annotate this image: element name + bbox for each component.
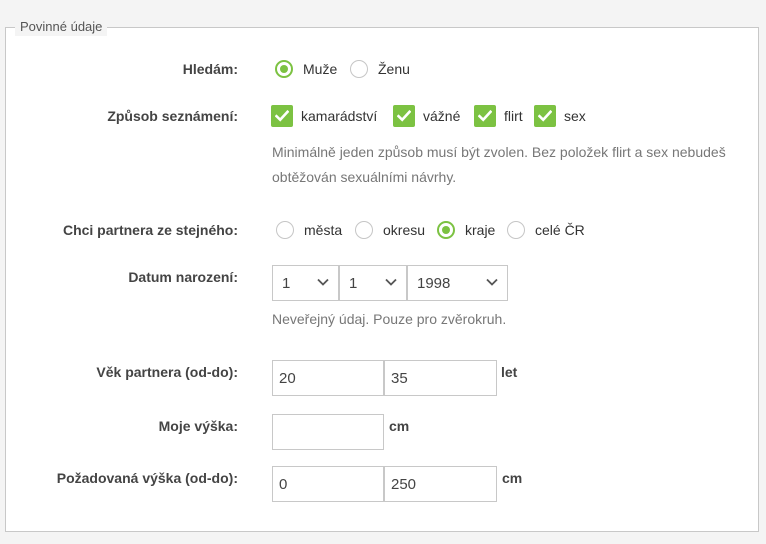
radio-checked-icon[interactable] bbox=[437, 221, 455, 239]
radio-label: Muže bbox=[303, 61, 338, 77]
radio-option-cele-cr[interactable]: celé ČR bbox=[507, 221, 585, 239]
radio-label: města bbox=[304, 222, 343, 238]
radio-label: celé ČR bbox=[535, 222, 585, 238]
radio-option-muze[interactable]: Muže bbox=[275, 60, 337, 78]
radio-label: okresu bbox=[383, 222, 426, 238]
form-page: Povinné údaje Hledám: Muže Ženu Způsob s… bbox=[0, 0, 766, 544]
label-hledam: Hledám: bbox=[182, 61, 238, 77]
height-from-input[interactable] bbox=[272, 466, 384, 502]
chevron-down-icon bbox=[317, 278, 329, 286]
checkbox-kamaradstvi[interactable]: kamarádství bbox=[271, 105, 377, 127]
radio-unchecked-icon[interactable] bbox=[350, 60, 368, 78]
checkbox-label: flirt bbox=[504, 108, 523, 124]
label-birth: Datum narození: bbox=[128, 269, 238, 285]
label-height: Moje výška: bbox=[158, 418, 238, 434]
height-input[interactable] bbox=[272, 414, 384, 450]
checkbox-label: sex bbox=[564, 108, 586, 124]
checkbox-label: kamarádství bbox=[301, 108, 378, 124]
height-partner-unit: cm bbox=[502, 470, 523, 486]
select-month[interactable]: 1 bbox=[339, 265, 407, 301]
radio-option-kraje[interactable]: kraje bbox=[437, 221, 495, 239]
radio-label: Ženu bbox=[378, 61, 410, 77]
checkmark-icon[interactable] bbox=[271, 105, 293, 127]
checkmark-icon[interactable] bbox=[393, 105, 415, 127]
age-unit: let bbox=[501, 364, 518, 380]
checkbox-sex[interactable]: sex bbox=[534, 105, 586, 127]
chevron-down-icon bbox=[486, 278, 498, 286]
label-age-partner: Věk partnera (od-do): bbox=[96, 364, 238, 380]
birth-hint: Neveřejný údaj. Pouze pro zvěrokruh. bbox=[272, 311, 507, 327]
radio-label: kraje bbox=[465, 222, 496, 238]
checkmark-icon[interactable] bbox=[474, 105, 496, 127]
zpusob-hint: Minimálně jeden způsob musí být zvolen. … bbox=[272, 144, 726, 185]
checkmark-icon[interactable] bbox=[534, 105, 556, 127]
label-partner-from: Chci partnera ze stejného: bbox=[62, 222, 238, 238]
radio-option-mesta[interactable]: města bbox=[276, 221, 342, 239]
radio-checked-icon[interactable] bbox=[275, 60, 293, 78]
radio-option-okresu[interactable]: okresu bbox=[355, 221, 425, 239]
select-day[interactable]: 1 bbox=[272, 265, 339, 301]
radio-unchecked-icon[interactable] bbox=[507, 221, 525, 239]
fieldset-legend: Povinné údaje bbox=[15, 18, 108, 36]
chevron-down-icon bbox=[385, 278, 397, 286]
label-zpusob: Způsob seznámení: bbox=[107, 108, 238, 124]
height-unit: cm bbox=[389, 418, 410, 434]
label-height-partner: Požadovaná výška (od-do): bbox=[56, 470, 238, 486]
select-day-value: 1 bbox=[282, 274, 291, 292]
age-to-input[interactable] bbox=[384, 360, 497, 396]
radio-option-zenu[interactable]: Ženu bbox=[350, 60, 410, 78]
select-year[interactable]: 1998 bbox=[407, 265, 508, 301]
checkbox-label: vážné bbox=[423, 108, 461, 124]
select-year-value: 1998 bbox=[417, 274, 451, 292]
height-to-input[interactable] bbox=[384, 466, 497, 502]
radio-unchecked-icon[interactable] bbox=[355, 221, 373, 239]
checkbox-flirt[interactable]: flirt bbox=[474, 105, 523, 127]
radio-unchecked-icon[interactable] bbox=[276, 221, 294, 239]
checkbox-vazne[interactable]: vážné bbox=[393, 105, 460, 127]
select-month-value: 1 bbox=[349, 274, 358, 292]
age-from-input[interactable] bbox=[272, 360, 384, 396]
